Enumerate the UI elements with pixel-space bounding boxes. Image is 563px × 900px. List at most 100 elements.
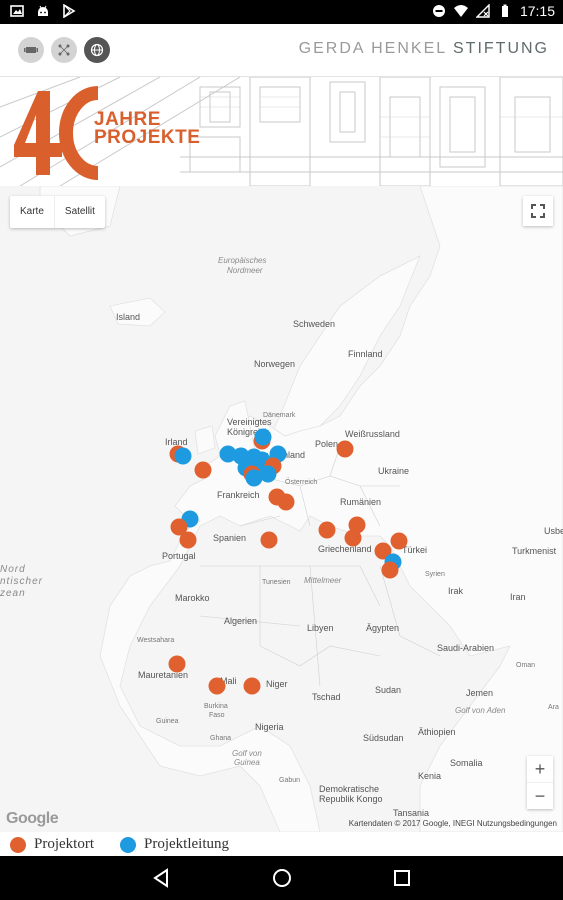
recents-icon[interactable] — [391, 867, 413, 889]
map-label: Libyen — [307, 623, 334, 633]
map-label: Nord — [0, 564, 26, 575]
map-type-satellit-button[interactable]: Satellit — [55, 196, 105, 228]
map-label: Rumänien — [340, 497, 382, 507]
system-nav-bar — [0, 856, 563, 900]
map-label: Schweden — [293, 319, 336, 329]
map-view[interactable]: Europäisches Nordmeer Island Schweden Fi… — [0, 186, 563, 832]
network-view-icon — [58, 44, 70, 56]
map-label: Dänemark — [263, 412, 296, 419]
projektort-swatch — [10, 836, 26, 853]
legend-label: Projektort — [34, 836, 94, 852]
google-logo: Google — [6, 810, 59, 827]
map-label: Turkmenist — [512, 546, 557, 556]
map-label: Golf von — [232, 749, 262, 758]
home-icon[interactable] — [271, 867, 293, 889]
map-label: Norwegen — [254, 359, 296, 369]
play-store-icon — [63, 4, 76, 18]
map-label: Marokko — [175, 593, 210, 603]
fullscreen-icon — [531, 204, 545, 218]
projektort-marker[interactable] — [208, 677, 226, 695]
zoom-out-button[interactable]: − — [527, 783, 553, 809]
gallery-view-icon — [24, 47, 38, 53]
battery-icon — [501, 4, 508, 17]
map-label: Guinea — [234, 758, 260, 767]
legend-label: Projektleitung — [144, 836, 229, 852]
map-label: Iran — [510, 592, 526, 602]
map-label: Griechenland — [318, 544, 372, 554]
map-label: Ghana — [210, 735, 232, 742]
projektleitung-marker[interactable] — [254, 428, 272, 446]
map-label: Burkina — [204, 703, 228, 710]
globe-view-button[interactable] — [84, 37, 110, 63]
fullscreen-button[interactable] — [523, 196, 553, 226]
zoom-in-button[interactable]: + — [527, 756, 553, 783]
no-signal-icon — [475, 4, 490, 18]
map-label: Südsudan — [363, 733, 404, 743]
map-label: Ägypten — [366, 623, 400, 633]
projektort-marker[interactable] — [336, 440, 354, 458]
map-label: Irak — [448, 586, 464, 596]
map-label: Guinea — [156, 718, 179, 725]
map-label: Polen — [315, 439, 339, 449]
map-label: Nordmeer — [227, 266, 263, 275]
projektort-marker[interactable] — [243, 677, 261, 695]
projektort-marker[interactable] — [390, 532, 408, 550]
map-label: Saudi-Arabien — [437, 643, 495, 653]
zoom-control: + − — [527, 756, 553, 809]
map-attribution[interactable]: Kartendaten © 2017 Google, INEGI Nutzung… — [349, 819, 557, 828]
network-view-button[interactable] — [51, 37, 77, 63]
map-label: Demokratische — [319, 784, 380, 794]
map-label: Somalia — [450, 758, 483, 768]
projektort-marker[interactable] — [179, 531, 197, 548]
map-label: Europäisches — [218, 256, 267, 265]
map-label: Syrien — [425, 571, 445, 578]
projektort-marker[interactable] — [194, 461, 212, 479]
map-label: Ara — [548, 704, 559, 711]
map-label: Finnland — [348, 349, 383, 359]
anniversary-line2: PROJEKTE — [94, 127, 201, 148]
map-label: Frankreich — [217, 490, 260, 500]
projektleitung-swatch — [120, 836, 136, 853]
map-legend: Projektort Projektleitung — [0, 832, 563, 856]
brand-light: GERDA HENKEL — [298, 40, 453, 57]
projektort-marker[interactable] — [260, 531, 278, 548]
map-label: zean — [0, 588, 26, 599]
projektort-marker[interactable] — [318, 521, 336, 539]
clock: 17:15 — [519, 3, 555, 19]
projektleitung-marker[interactable] — [245, 469, 263, 487]
map-label: Ukraine — [378, 466, 410, 476]
map-label: Weißrussland — [345, 429, 400, 439]
map-label: ntischer — [0, 576, 44, 587]
gallery-view-button[interactable] — [18, 37, 44, 63]
map-label: Portugal — [162, 551, 196, 561]
projektort-marker[interactable] — [277, 493, 295, 511]
map-label: Faso — [209, 712, 225, 719]
map-label: Spanien — [213, 533, 247, 543]
legend-item-projektleitung: Projektleitung — [120, 836, 229, 853]
back-icon[interactable] — [150, 867, 172, 889]
anniversary-text: JAHRE PROJEKTE — [94, 110, 201, 148]
android-icon — [38, 5, 48, 16]
projektort-marker[interactable] — [168, 655, 186, 673]
projektort-marker[interactable] — [381, 561, 399, 579]
brand-name: GERDA HENKEL STIFTUNG — [299, 40, 549, 58]
map-label: Kenia — [418, 771, 442, 781]
projektort-marker[interactable] — [344, 529, 362, 547]
map-label: Türkei — [402, 545, 428, 555]
map-label: Sudan — [375, 685, 402, 695]
map-label: Oman — [516, 662, 536, 669]
map-label: Westsahara — [137, 637, 175, 644]
map-label: Äthiopien — [418, 727, 456, 737]
map-type-karte-button[interactable]: Karte — [10, 196, 55, 228]
map-label: Mittelmeer — [304, 576, 342, 585]
map-label: Tschad — [312, 692, 341, 702]
map-label: Österreich — [285, 479, 318, 486]
map-label: Tansania — [393, 808, 430, 818]
map-label: Usbe — [544, 526, 563, 536]
map-label: Tunesien — [262, 579, 291, 586]
app-header: GERDA HENKEL STIFTUNG — [0, 24, 563, 77]
projektleitung-marker[interactable] — [174, 447, 192, 465]
minus-circle-icon — [432, 5, 445, 17]
status-bar: 17:15 — [0, 0, 563, 24]
image-icon — [10, 5, 24, 17]
